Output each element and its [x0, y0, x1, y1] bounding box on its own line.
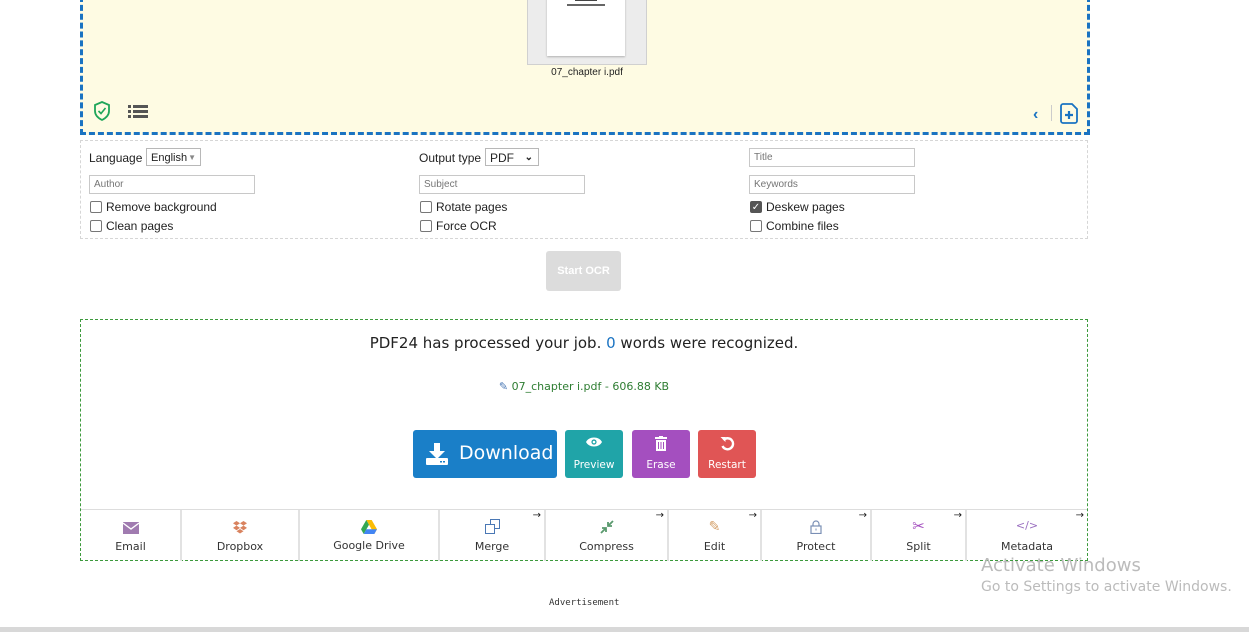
list-icon[interactable]: [128, 104, 148, 124]
restart-icon: [698, 436, 756, 454]
download-button[interactable]: Download: [413, 430, 557, 478]
file-plus-icon[interactable]: [1060, 102, 1080, 129]
compress-icon: [546, 519, 667, 535]
tool-label: Google Drive: [333, 539, 405, 552]
tool-label: Dropbox: [216, 540, 264, 553]
tool-metadata[interactable]: → </> Metadata: [967, 510, 1087, 561]
result-message: PDF24 has processed your job. 0 words we…: [81, 334, 1087, 352]
tool-label: Merge: [474, 540, 510, 553]
tool-label: Metadata: [1000, 540, 1054, 553]
preview-button[interactable]: Preview: [565, 430, 623, 478]
result-message-text: PDF24 has processed your job.: [369, 334, 607, 352]
rotate-pages-label[interactable]: Rotate pages: [436, 200, 507, 214]
tool-edit[interactable]: → ✎ Edit: [669, 510, 762, 561]
chevron-down-icon: ⌄: [524, 152, 533, 163]
tool-label: Split: [906, 540, 931, 553]
result-file-link[interactable]: ✎ 07_chapter i.pdf - 606.88 KB: [81, 380, 1087, 393]
keywords-field[interactable]: [749, 175, 915, 194]
activate-windows-title: Activate Windows: [981, 555, 1141, 576]
tool-protect[interactable]: → Protect: [762, 510, 872, 561]
title-field[interactable]: [749, 148, 915, 167]
envelope-icon: [81, 519, 180, 535]
force-ocr-label[interactable]: Force OCR: [436, 219, 497, 233]
tool-label: Compress: [579, 540, 634, 553]
caret-down-icon: ▼: [188, 153, 196, 162]
tool-split[interactable]: → ✂ Split: [872, 510, 967, 561]
tool-compress[interactable]: → Compress: [546, 510, 669, 561]
result-file-name[interactable]: 07_chapter i.pdf - 606.88 KB: [512, 380, 669, 393]
tool-bar: Email Dropbox Google Drive → Merge → Com…: [81, 509, 1087, 561]
file-name: 07_chapter i.pdf: [551, 67, 623, 78]
output-type-value: PDF: [490, 151, 514, 165]
language-label: Language: [89, 151, 143, 165]
activate-windows-subtitle: Go to Settings to activate Windows.: [981, 579, 1232, 595]
tool-label: Edit: [703, 540, 726, 553]
advertisement-label: Advertisement: [549, 598, 620, 608]
language-select[interactable]: English ▼: [146, 148, 201, 166]
file-thumbnail[interactable]: [527, 0, 647, 65]
output-type-select[interactable]: PDF ⌄: [485, 148, 539, 166]
pencil-icon[interactable]: ✎: [499, 380, 508, 393]
trash-icon: [632, 436, 690, 454]
shield-check-icon[interactable]: [93, 101, 111, 126]
download-icon: [425, 443, 449, 469]
pencil-icon: ✎: [708, 519, 721, 535]
output-type-label: Output type: [419, 151, 482, 165]
file-drop-zone[interactable]: 07_chapter i.pdf ‹: [80, 0, 1090, 135]
scissors-icon: ✂: [912, 517, 925, 535]
combine-files-label[interactable]: Combine files: [766, 219, 839, 233]
preview-label: Preview: [573, 459, 615, 471]
google-drive-icon: [300, 519, 438, 535]
erase-button[interactable]: Erase: [632, 430, 690, 478]
restart-label: Restart: [708, 459, 746, 471]
ocr-options-panel: Language English ▼ Output type PDF ⌄ Rem…: [80, 140, 1088, 239]
remove-background-label[interactable]: Remove background: [106, 200, 217, 214]
start-ocr-button[interactable]: Start OCR: [546, 251, 621, 291]
chevron-left-icon[interactable]: ‹: [1033, 106, 1038, 124]
rotate-pages-checkbox[interactable]: [420, 201, 432, 213]
tool-label: Email: [115, 540, 146, 553]
download-label: Download: [459, 442, 554, 464]
erase-label: Erase: [646, 459, 676, 471]
result-panel: PDF24 has processed your job. 0 words we…: [80, 319, 1088, 561]
word-count: 0: [606, 334, 616, 352]
pdf-page-preview: [547, 0, 625, 56]
tool-email[interactable]: Email: [81, 510, 182, 561]
language-value: English: [151, 152, 188, 164]
deskew-pages-label[interactable]: Deskew pages: [766, 200, 845, 214]
author-field[interactable]: [89, 175, 255, 194]
combine-files-checkbox[interactable]: [750, 220, 762, 232]
lock-icon: [762, 519, 870, 535]
tool-dropbox[interactable]: Dropbox: [182, 510, 300, 561]
tool-google-drive[interactable]: Google Drive: [300, 510, 440, 561]
subject-field[interactable]: [419, 175, 585, 194]
tool-merge[interactable]: → Merge: [440, 510, 546, 561]
horizontal-scrollbar[interactable]: [0, 627, 1249, 632]
eye-icon: [565, 436, 623, 451]
clean-pages-checkbox[interactable]: [90, 220, 102, 232]
code-icon: </>: [1015, 519, 1039, 532]
deskew-pages-checkbox[interactable]: ✓: [750, 201, 762, 213]
remove-background-checkbox[interactable]: [90, 201, 102, 213]
clean-pages-label[interactable]: Clean pages: [106, 219, 173, 233]
force-ocr-checkbox[interactable]: [420, 220, 432, 232]
tool-label: Protect: [796, 540, 836, 553]
merge-icon: [440, 519, 544, 535]
restart-button[interactable]: Restart: [698, 430, 756, 478]
result-message-text-end: words were recognized.: [615, 334, 799, 352]
dropbox-icon: [182, 519, 298, 535]
divider: [1051, 105, 1052, 121]
